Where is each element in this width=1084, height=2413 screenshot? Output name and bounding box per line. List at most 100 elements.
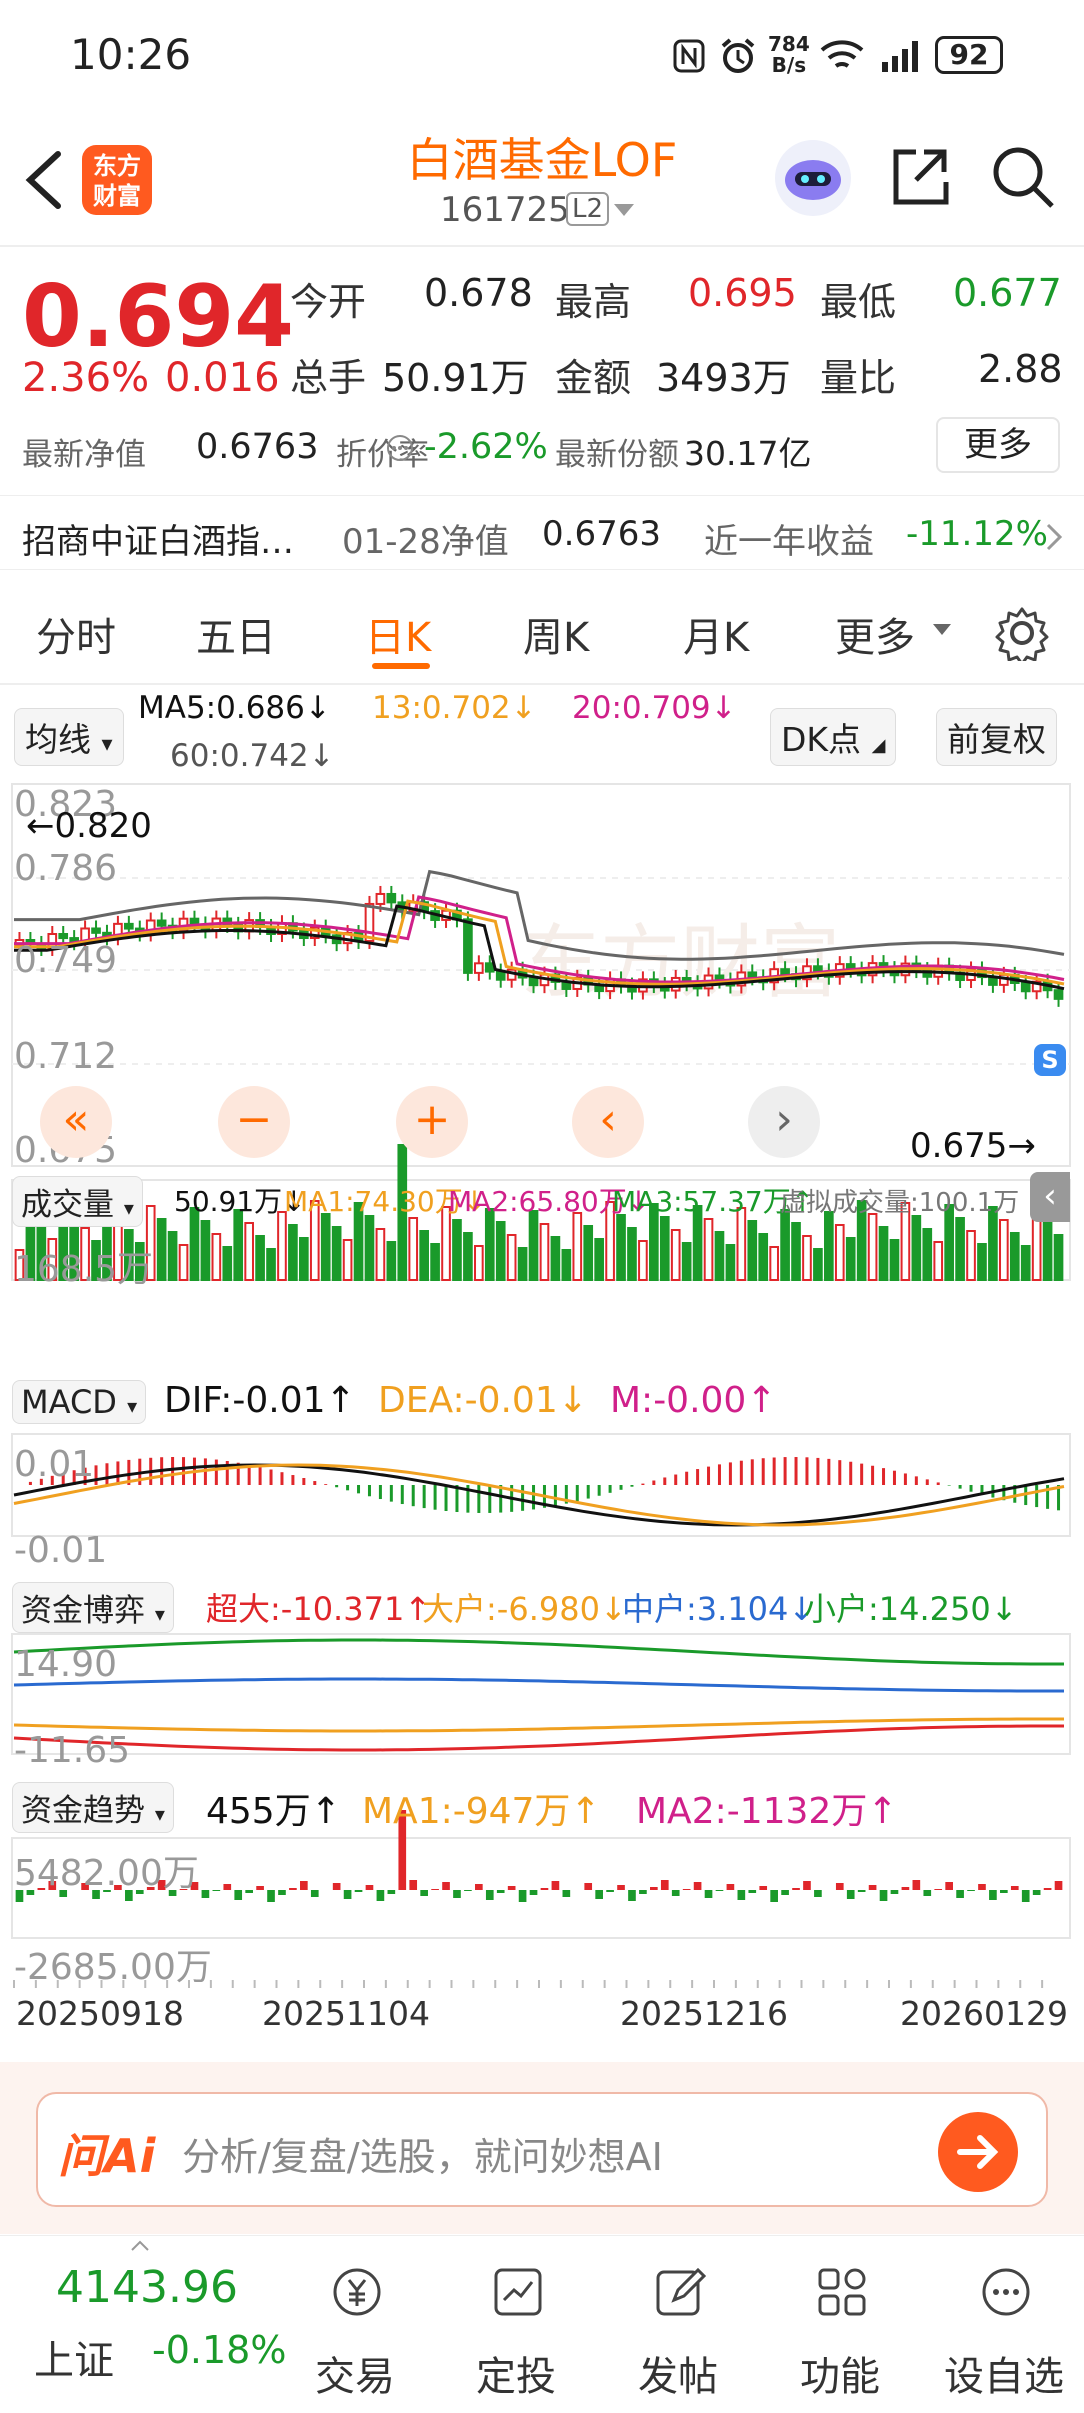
fund-trend-bar bbox=[245, 1890, 253, 1893]
fund-trend-bar bbox=[1032, 1890, 1041, 1895]
fund-trend-select-label: 资金趋势 bbox=[21, 1793, 145, 1829]
year-return-value: -11.12% bbox=[906, 514, 1048, 554]
chevron-up-icon bbox=[131, 2240, 149, 2251]
fund-game-lines bbox=[13, 1638, 1064, 1752]
fund-trend-bar bbox=[1000, 1890, 1008, 1893]
volume-bar bbox=[889, 1239, 900, 1281]
fund-trend-bar bbox=[901, 1887, 910, 1890]
nav-trade[interactable]: 交易 bbox=[285, 2236, 425, 2413]
fund-trend-bar bbox=[792, 1888, 800, 1890]
volume-bar bbox=[506, 1234, 517, 1281]
share-icon[interactable] bbox=[888, 144, 952, 208]
ma-select-label: 均线 bbox=[25, 720, 91, 759]
ai-placeholder[interactable]: 分析/复盘/选股，就问妙想AI bbox=[182, 2126, 663, 2181]
fund-game-select[interactable]: 资金博弈 ▾ bbox=[12, 1582, 174, 1633]
fund-trend-bar bbox=[704, 1890, 713, 1898]
open-label: 今开 bbox=[290, 280, 367, 324]
volume-bar bbox=[714, 1231, 725, 1281]
fund-code: 161725 bbox=[440, 190, 570, 230]
fund-trend-bar bbox=[1043, 1888, 1052, 1890]
ma-select[interactable]: 均线 ▾ bbox=[14, 708, 124, 766]
fund-trend-select[interactable]: 资金趋势 ▾ bbox=[12, 1782, 174, 1833]
macd-bottom-label: -0.01 bbox=[14, 1530, 108, 1571]
app-header: 东方 财富 白酒基金LOF 161725 L2 bbox=[0, 110, 1084, 245]
chevron-right-icon[interactable] bbox=[1044, 522, 1064, 552]
ai-send-button[interactable] bbox=[938, 2112, 1018, 2192]
volume-bar bbox=[659, 1216, 670, 1281]
volume-select[interactable]: 成交量 ▾ bbox=[12, 1176, 143, 1227]
info-icon[interactable] bbox=[386, 434, 414, 462]
battery-level: 92 bbox=[949, 38, 989, 71]
fund-trend-bar bbox=[529, 1890, 538, 1895]
fund-trend-value: 455万↑ bbox=[206, 1791, 341, 1832]
fund-trend-bar bbox=[485, 1890, 494, 1900]
volume-bar bbox=[977, 1243, 987, 1281]
chevron-down-icon[interactable] bbox=[612, 202, 636, 218]
fund-trend-bar bbox=[814, 1890, 822, 1897]
scroll-right-button[interactable]: › bbox=[748, 1086, 820, 1158]
volume-bar bbox=[867, 1213, 878, 1281]
macd-select[interactable]: MACD ▾ bbox=[12, 1380, 147, 1424]
volume-bar bbox=[1020, 1245, 1031, 1281]
volume-bar bbox=[430, 1243, 440, 1281]
settings-icon[interactable] bbox=[994, 605, 1050, 661]
zoom-out-button[interactable]: − bbox=[218, 1086, 290, 1158]
s-marker-icon[interactable]: S bbox=[1034, 1044, 1066, 1076]
fund-trend-bar bbox=[551, 1881, 560, 1890]
fund-trend-bar bbox=[278, 1890, 286, 1895]
adjust-button[interactable]: 前复权 bbox=[936, 708, 1057, 766]
tab-five-day[interactable]: 五日 bbox=[196, 605, 276, 663]
tab-daily-k[interactable]: 日K bbox=[365, 605, 431, 663]
tab-intraday[interactable]: 分时 bbox=[36, 605, 116, 663]
volume-bar bbox=[703, 1218, 714, 1281]
quote-panel: 0.694 2.36% 0.016 今开 0.678 最高 0.695 最低 0… bbox=[0, 245, 1084, 495]
tab-monthly-k[interactable]: 月K bbox=[683, 605, 749, 663]
date-nav-value: 0.6763 bbox=[542, 514, 661, 554]
fund-game-line bbox=[13, 1638, 1064, 1666]
macd-dea: DEA:-0.01↓ bbox=[378, 1380, 588, 1421]
candle-body bbox=[91, 927, 101, 934]
nav-functions[interactable]: 功能 bbox=[770, 2236, 910, 2413]
candle-body bbox=[1053, 989, 1064, 1000]
fund-trend-bar bbox=[671, 1890, 680, 1896]
nav-add-watchlist[interactable]: 设自选 bbox=[934, 2236, 1074, 2413]
net-speed-unit: B/s bbox=[771, 53, 807, 77]
fund-trend-bar bbox=[365, 1885, 374, 1890]
fund-info-row[interactable]: 招商中证白酒指… 01-28净值 0.6763 近一年收益 -11.12% bbox=[0, 495, 1084, 570]
index-ticker[interactable]: 4143.96 上证 -0.18% bbox=[0, 2236, 290, 2413]
fund-full-name[interactable]: 招商中证白酒指… bbox=[22, 514, 294, 563]
tab-weekly-k[interactable]: 周K bbox=[523, 605, 589, 663]
tab-more[interactable]: 更多 bbox=[835, 605, 915, 663]
ai-input-bar[interactable]: 问Ai 分析/复盘/选股，就问妙想AI bbox=[36, 2092, 1048, 2207]
high-label: 最高 bbox=[555, 280, 632, 324]
fund-trend-bar bbox=[978, 1884, 986, 1890]
volume-bar bbox=[222, 1246, 233, 1281]
fund-trend-bar bbox=[726, 1884, 735, 1890]
chevron-down-icon[interactable] bbox=[932, 623, 952, 637]
collapse-panel-button[interactable]: ‹ bbox=[1030, 1172, 1070, 1222]
nfc-icon bbox=[673, 39, 705, 73]
volume-bar bbox=[594, 1238, 604, 1281]
volume-bar bbox=[452, 1219, 462, 1281]
open-value: 0.678 bbox=[424, 271, 533, 315]
fund-trend-ma2: MA2:-1132万↑ bbox=[636, 1791, 898, 1832]
search-icon[interactable] bbox=[990, 144, 1056, 210]
fund-trend-bar bbox=[256, 1886, 264, 1890]
volume-bar bbox=[583, 1225, 594, 1281]
volume-bar bbox=[320, 1213, 331, 1281]
scroll-left-button[interactable]: ‹ bbox=[572, 1086, 644, 1158]
fund-trend-bar bbox=[475, 1884, 483, 1890]
dk-point-button[interactable]: DK点 ◢ bbox=[770, 708, 897, 766]
zoom-in-button[interactable]: + bbox=[396, 1086, 468, 1158]
level-badge[interactable]: L2 bbox=[566, 192, 610, 226]
ai-robot-avatar[interactable] bbox=[775, 140, 851, 216]
fund-trend-bar bbox=[300, 1881, 308, 1890]
more-button[interactable]: 更多 bbox=[936, 417, 1060, 473]
nav-invest-plan[interactable]: 定投 bbox=[446, 2236, 586, 2413]
candle-body bbox=[1020, 981, 1031, 993]
volume-bar bbox=[627, 1227, 637, 1281]
zoom-out-fast-button[interactable]: « bbox=[40, 1086, 112, 1158]
fund-trend-bar bbox=[387, 1890, 396, 1894]
nav-post[interactable]: 发帖 bbox=[608, 2236, 748, 2413]
amount-label: 金额 bbox=[555, 356, 632, 400]
